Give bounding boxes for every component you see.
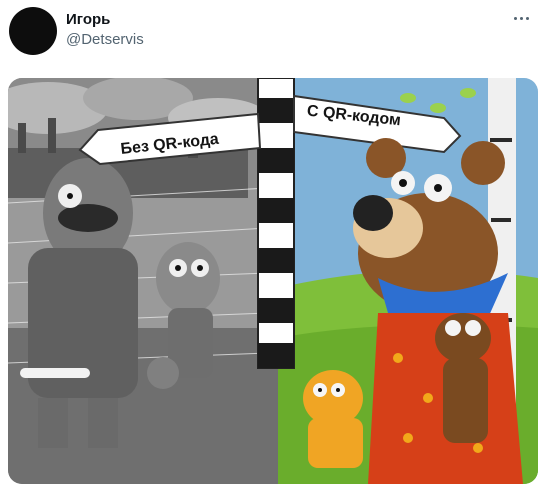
tweet-header: Игорь @Detservis — [0, 0, 545, 66]
more-options-icon[interactable] — [508, 8, 534, 28]
tweet-image[interactable]: Без QR-кода С QR-кодом — [8, 78, 538, 484]
author-handle[interactable]: @Detservis — [66, 31, 144, 48]
avatar[interactable] — [9, 7, 57, 55]
author-name[interactable]: Игорь — [66, 11, 110, 28]
